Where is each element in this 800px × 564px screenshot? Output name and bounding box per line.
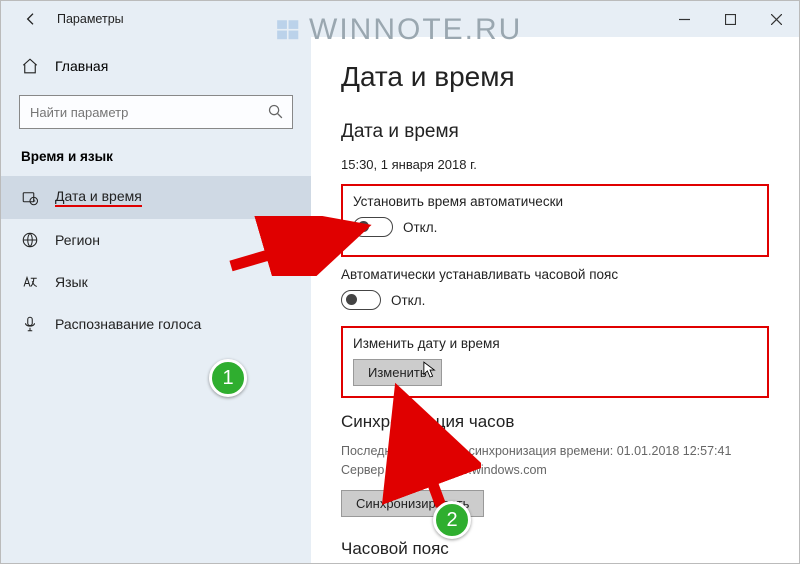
change-dt-label: Изменить дату и время — [353, 336, 757, 351]
page-title: Дата и время — [341, 61, 769, 93]
sync-last: Последняя успешная синхронизация времени… — [341, 442, 769, 461]
arrow-left-icon — [23, 11, 39, 27]
window-body: Главная Время и язык Дата и время Регион — [1, 37, 799, 563]
auto-tz-state: Откл. — [391, 293, 425, 308]
globe-icon — [21, 231, 39, 249]
tz-heading: Часовой пояс — [341, 539, 769, 559]
maximize-icon — [725, 14, 736, 25]
sidebar-nav: Дата и время Регион Язык Распознавание г… — [1, 176, 311, 345]
sidebar-item-region[interactable]: Регион — [1, 219, 311, 261]
main-content: Дата и время Дата и время 15:30, 1 январ… — [311, 37, 799, 563]
sidebar-item-label: Регион — [55, 232, 100, 248]
language-icon — [21, 273, 39, 291]
sidebar-category: Время и язык — [1, 129, 311, 176]
search-box — [19, 95, 293, 129]
close-button[interactable] — [753, 1, 799, 37]
search-icon — [267, 103, 285, 121]
highlight-box-2: Изменить дату и время Изменить — [341, 326, 769, 398]
window-title: Параметры — [57, 12, 124, 26]
sidebar: Главная Время и язык Дата и время Регион — [1, 37, 311, 563]
home-link[interactable]: Главная — [1, 47, 311, 85]
auto-time-label: Установить время автоматически — [353, 194, 757, 209]
sidebar-item-date-time[interactable]: Дата и время — [1, 176, 311, 219]
microphone-icon — [21, 315, 39, 333]
titlebar: Параметры — [1, 1, 799, 37]
minimize-icon — [679, 14, 690, 25]
sidebar-item-label: Распознавание голоса — [55, 316, 201, 332]
maximize-button[interactable] — [707, 1, 753, 37]
auto-time-toggle[interactable] — [353, 217, 393, 237]
highlight-box-1: Установить время автоматически Откл. — [341, 184, 769, 257]
home-label: Главная — [55, 58, 108, 74]
search-input[interactable] — [19, 95, 293, 129]
cursor-icon — [423, 361, 437, 379]
calendar-clock-icon — [21, 189, 39, 207]
auto-time-state: Откл. — [403, 220, 437, 235]
auto-tz-label: Автоматически устанавливать часовой пояс — [341, 267, 769, 282]
sidebar-item-speech[interactable]: Распознавание голоса — [1, 303, 311, 345]
section-title: Дата и время — [341, 121, 769, 143]
back-button[interactable] — [17, 5, 45, 33]
sidebar-item-label: Язык — [55, 274, 88, 290]
sidebar-item-language[interactable]: Язык — [1, 261, 311, 303]
window-controls — [661, 1, 799, 37]
sidebar-item-label: Дата и время — [55, 188, 142, 207]
settings-window: Параметры Главная Время и язык Дата и вр… — [0, 0, 800, 564]
sync-button[interactable]: Синхронизировать — [341, 490, 484, 517]
home-icon — [21, 57, 39, 75]
current-datetime: 15:30, 1 января 2018 г. — [341, 157, 769, 172]
close-icon — [771, 14, 782, 25]
minimize-button[interactable] — [661, 1, 707, 37]
sync-heading: Синхронизация часов — [341, 412, 769, 432]
auto-tz-toggle[interactable] — [341, 290, 381, 310]
sync-server: Сервер времени: time.windows.com — [341, 461, 769, 480]
